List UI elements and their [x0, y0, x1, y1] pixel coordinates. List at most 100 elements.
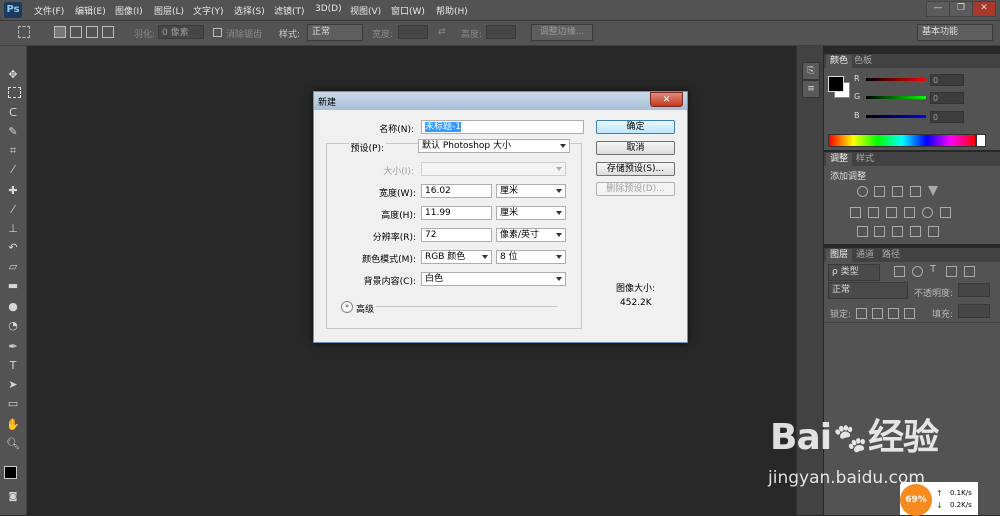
bit-depth-select[interactable]: 8 位: [496, 250, 566, 264]
g-slider[interactable]: [866, 96, 926, 99]
invert-icon[interactable]: [857, 226, 868, 237]
save-preset-button[interactable]: 存储预设(S)...: [596, 162, 675, 176]
tab-layers[interactable]: 图层: [826, 249, 853, 262]
black-white-icon[interactable]: [886, 207, 897, 218]
layer-filter-select[interactable]: ρ 类型: [828, 264, 880, 281]
dialog-title-bar[interactable]: 新建 ✕: [314, 92, 687, 110]
blend-mode-select[interactable]: 正常: [828, 282, 908, 299]
dialog-close-button[interactable]: ✕: [650, 92, 683, 107]
threshold-icon[interactable]: [892, 226, 903, 237]
opacity-input[interactable]: [958, 283, 990, 297]
resolution-input[interactable]: 72: [421, 228, 492, 242]
net-percent-badge[interactable]: 69%: [900, 484, 932, 516]
menu-window[interactable]: 窗口(W): [391, 4, 425, 17]
stamp-tool-icon[interactable]: ⊥: [6, 222, 20, 236]
preset-select[interactable]: 默认 Photoshop 大小: [418, 139, 570, 153]
path-select-tool-icon[interactable]: ➤: [6, 378, 20, 392]
brush-tool-icon[interactable]: ⁄: [6, 203, 20, 217]
filter-adjustment-icon[interactable]: [912, 266, 923, 277]
dodge-tool-icon[interactable]: ◔: [6, 319, 20, 333]
height-input[interactable]: [486, 25, 516, 39]
tab-adjustments[interactable]: 调整: [826, 153, 853, 166]
refine-edge-button[interactable]: 调整边缘...: [531, 24, 593, 41]
marquee-preset-icon[interactable]: [18, 26, 30, 38]
curves-icon[interactable]: [892, 186, 903, 197]
cancel-button[interactable]: 取消: [596, 141, 675, 155]
channel-mixer-icon[interactable]: [922, 207, 933, 218]
zoom-tool-icon[interactable]: 🔍︎: [6, 437, 20, 451]
height-unit-select[interactable]: 厘米: [496, 206, 566, 220]
pen-tool-icon[interactable]: ✒: [6, 340, 20, 354]
color-spectrum[interactable]: [828, 134, 976, 147]
marquee-tool-icon[interactable]: [8, 87, 21, 98]
width-unit-select[interactable]: 厘米: [496, 184, 566, 198]
filter-shape-icon[interactable]: [946, 266, 957, 277]
menu-layer[interactable]: 图层(L): [154, 4, 184, 17]
tab-color[interactable]: 颜色: [826, 55, 853, 68]
history-brush-tool-icon[interactable]: ↶: [6, 241, 20, 255]
b-slider[interactable]: [866, 115, 926, 118]
resolution-unit-select[interactable]: 像素/英寸: [496, 228, 566, 242]
r-value[interactable]: 0: [930, 74, 964, 86]
quick-mask-icon[interactable]: ◙: [6, 490, 20, 504]
height-input[interactable]: 11.99: [421, 206, 492, 220]
move-tool-icon[interactable]: ✥: [6, 68, 20, 82]
gradient-tool-icon[interactable]: ▬: [6, 279, 20, 293]
advanced-label[interactable]: 高级: [356, 302, 374, 315]
menu-help[interactable]: 帮助(H): [436, 4, 468, 17]
filter-smart-icon[interactable]: [964, 266, 975, 277]
tab-swatches[interactable]: 色板: [850, 55, 876, 68]
healing-brush-tool-icon[interactable]: ✚: [6, 184, 20, 198]
subtract-selection-icon[interactable]: [86, 26, 98, 38]
blur-tool-icon[interactable]: ●: [6, 300, 20, 314]
menu-view[interactable]: 视图(V): [350, 4, 381, 17]
restore-button[interactable]: ❐: [949, 1, 973, 17]
crop-tool-icon[interactable]: ⌗: [6, 144, 20, 158]
lock-transparent-icon[interactable]: [856, 308, 867, 319]
quick-select-tool-icon[interactable]: ✎: [6, 125, 20, 139]
antialias-checkbox[interactable]: [213, 28, 222, 37]
menu-edit[interactable]: 编辑(E): [75, 4, 106, 17]
eyedropper-tool-icon[interactable]: ⁄: [6, 163, 20, 177]
lock-image-icon[interactable]: [872, 308, 883, 319]
posterize-icon[interactable]: [874, 226, 885, 237]
history-panel-icon[interactable]: ⎘: [802, 62, 820, 80]
lock-position-icon[interactable]: [888, 308, 899, 319]
type-tool-icon[interactable]: T: [6, 359, 20, 373]
menu-image[interactable]: 图像(I): [115, 4, 143, 17]
filter-type-icon[interactable]: T: [930, 264, 936, 275]
foreground-color-swatch[interactable]: [4, 466, 17, 479]
width-input[interactable]: 16.02: [421, 184, 492, 198]
gradient-map-icon[interactable]: [928, 226, 939, 237]
intersect-selection-icon[interactable]: [102, 26, 114, 38]
feather-input[interactable]: 0 像素: [158, 25, 204, 39]
g-value[interactable]: 0: [930, 92, 964, 104]
add-selection-icon[interactable]: [70, 26, 82, 38]
background-select[interactable]: 白色: [421, 272, 566, 286]
tab-channels[interactable]: 通道: [852, 249, 878, 262]
vibrance-icon[interactable]: [928, 186, 938, 196]
swap-icon[interactable]: ⇄: [438, 27, 446, 37]
ok-button[interactable]: 确定: [596, 120, 675, 134]
color-foreground-swatch[interactable]: [828, 76, 844, 92]
b-value[interactable]: 0: [930, 111, 964, 123]
color-lookup-icon[interactable]: [940, 207, 951, 218]
eraser-tool-icon[interactable]: ▱: [6, 260, 20, 274]
menu-type[interactable]: 文字(Y): [193, 4, 224, 17]
minimize-button[interactable]: —: [926, 1, 950, 17]
menu-file[interactable]: 文件(F): [34, 4, 64, 17]
tab-paths[interactable]: 路径: [878, 249, 904, 262]
menu-filter[interactable]: 滤镜(T): [274, 4, 305, 17]
color-mode-select[interactable]: RGB 颜色: [421, 250, 492, 264]
color-balance-icon[interactable]: [868, 207, 879, 218]
tab-styles[interactable]: 样式: [852, 153, 878, 166]
selective-color-icon[interactable]: [910, 226, 921, 237]
workspace-select[interactable]: 基本功能: [917, 24, 993, 41]
lock-all-icon[interactable]: [904, 308, 915, 319]
new-selection-icon[interactable]: [54, 26, 66, 38]
white-swatch[interactable]: [976, 134, 986, 147]
name-input[interactable]: 未标题-1: [421, 120, 584, 134]
properties-panel-icon[interactable]: ≡: [802, 80, 820, 98]
hue-saturation-icon[interactable]: [850, 207, 861, 218]
lasso-tool-icon[interactable]: ᑕ: [6, 106, 20, 120]
